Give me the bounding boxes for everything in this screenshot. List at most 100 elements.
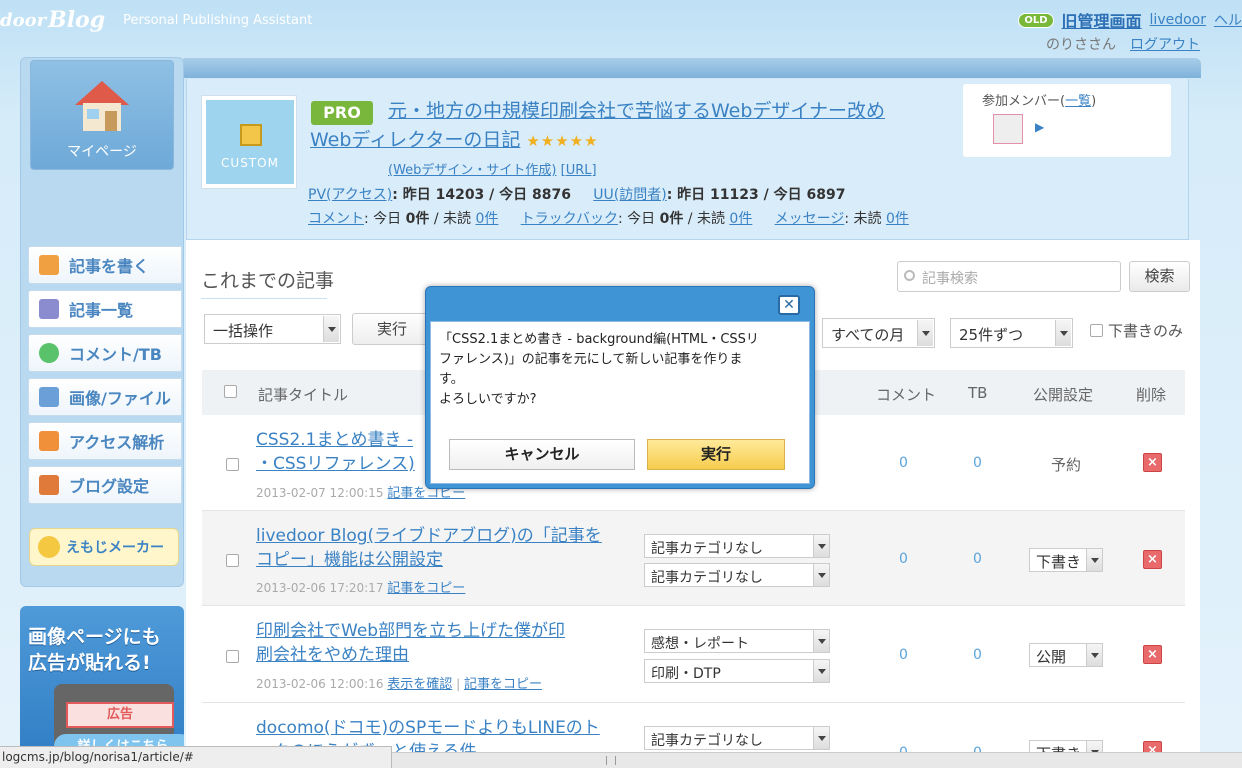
delete-icon[interactable]: × [1143,453,1162,472]
publish-status: 予約 [1051,456,1082,474]
category-select[interactable]: 記事カテゴリなし [644,534,830,558]
comment-link[interactable]: コメント [308,211,364,227]
category-select[interactable]: 記事カテゴリなし [644,563,830,587]
image-icon [39,387,59,407]
comment-unread-link[interactable]: 0件 [475,211,498,227]
sidebar-item-analytics[interactable]: アクセス解析 [28,422,182,460]
page-title: これまでの記事 [201,270,335,292]
comment-count[interactable]: 0 [899,551,908,567]
sidebar-item-settings[interactable]: ブログ設定 [28,466,182,504]
search-placeholder: 記事検索 [922,271,978,287]
bulk-action-select[interactable]: 一括操作 [204,314,341,344]
members-list-link[interactable]: 一覧 [1065,94,1091,109]
row-checkbox[interactable] [226,554,239,567]
chevron-down-icon [1055,320,1071,346]
pro-badge: PRO [311,101,373,125]
search-input[interactable]: 記事検索 [897,261,1121,292]
sidebar-item-images[interactable]: 画像/ファイル [28,378,182,416]
tb-count[interactable]: 0 [973,455,982,471]
header-nav: OLD 旧管理画面 livedoor ヘル [1018,8,1242,32]
ad-banner[interactable]: 画像ページにも 広告が貼れる! 広告 詳しくはこちら [20,606,184,768]
old-badge: OLD [1018,12,1054,28]
sidebar-item-write[interactable]: 記事を書く [28,246,182,284]
logo-text: door [0,9,47,31]
chevron-down-icon [813,564,829,586]
search-icon [904,270,915,281]
pv-link[interactable]: PV(アクセス) [308,187,392,203]
blog-thumbnail[interactable]: CUSTOM [201,95,297,189]
chevron-down-icon [813,727,829,749]
sidebar-item-articles[interactable]: 記事一覧 [28,290,182,328]
dialog-body: 「CSS2.1まとめ書き - background編(HTML・CSSリ ファレ… [430,321,810,484]
draft-only-checkbox[interactable] [1090,324,1103,337]
publish-status-select[interactable]: 下書き [1029,548,1103,572]
category-select[interactable]: 感想・レポート [644,629,830,653]
tb-count[interactable]: 0 [973,551,982,567]
wrench-icon [39,475,59,495]
message-link[interactable]: メッセージ [775,211,845,227]
category-select[interactable]: 記事カテゴリなし [644,726,830,750]
close-icon[interactable]: ✕ [778,295,800,315]
view-article-link[interactable]: 表示を確認 [387,677,452,692]
draft-only-filter[interactable]: 下書きのみ [1090,320,1183,341]
livedoor-link[interactable]: livedoor [1150,12,1206,28]
col-delete: 削除 [1136,386,1167,404]
sidebar-item-label: 記事一覧 [69,301,134,320]
old-admin-link[interactable]: 旧管理画面 [1062,8,1142,32]
delete-icon[interactable]: × [1143,645,1162,664]
emoji-maker-button[interactable]: えもじメーカー [29,528,179,566]
comment-count[interactable]: 0 [899,647,908,663]
mypage-label: マイページ [67,144,137,160]
cancel-button[interactable]: キャンセル [449,439,635,470]
row-checkbox[interactable] [226,458,239,471]
article-title[interactable]: 印刷会社でWeb部門を立ち上げた僕が印 刷会社をやめた理由 [256,619,616,667]
delete-icon[interactable]: × [1143,550,1162,569]
copy-article-link[interactable]: 記事をコピー [464,677,542,692]
sidebar-item-label: アクセス解析 [69,433,165,452]
col-comment: コメント [876,386,937,404]
bulk-exec-button[interactable]: 実行 [352,313,432,345]
logout-link[interactable]: ログアウト [1130,34,1200,54]
logo[interactable]: door Blog Personal Publishing Assistant [0,6,312,34]
blog-title-line2[interactable]: Webディレクターの日記 [310,129,520,151]
trackback-link[interactable]: トラックバック [521,211,618,227]
copy-article-link[interactable]: 記事をコピー [387,581,465,596]
members-box: 参加メンバー(一覧) ▶ [963,84,1171,157]
rating-stars: ★★★★★ [526,132,599,150]
month-filter-select[interactable]: すべての月 [822,318,935,348]
feedback-stats: コメント: 今日 0件 / 未読 0件 トラックバック: 今日 0件 / 未読 … [308,211,909,227]
message-unread-link[interactable]: 0件 [886,211,909,227]
help-link[interactable]: ヘル [1214,10,1242,30]
blog-category: (Webデザイン・サイト作成) [URL] [388,159,597,178]
publish-status-select[interactable]: 公開 [1029,643,1103,667]
username: のりささん [1046,37,1116,53]
confirm-dialog: ✕ 「CSS2.1まとめ書き - background編(HTML・CSSリ フ… [425,286,815,489]
members-header: 参加メンバー(一覧) [982,94,1097,109]
category-link[interactable]: (Webデザイン・サイト作成) [388,163,557,178]
comment-count[interactable]: 0 [899,455,908,471]
avatar[interactable] [993,114,1023,144]
chevron-down-icon [323,316,339,342]
url-link[interactable]: [URL] [561,163,597,178]
cube-icon [240,124,262,146]
arrow-right-icon[interactable]: ▶ [1035,120,1044,134]
row-checkbox[interactable] [226,650,239,663]
tb-count[interactable]: 0 [973,647,982,663]
chevron-down-icon [813,630,829,652]
execute-button[interactable]: 実行 [647,439,785,470]
horizontal-scrollbar[interactable] [392,752,1242,768]
article-title[interactable]: livedoor Blog(ライブドアブログ)の「記事を コピー」機能は公開設定 [256,524,616,572]
blog-title[interactable]: 元・地方の中規模印刷会社で苦悩するWebデザイナー改め Webディレクターの日記… [310,97,948,156]
scroll-grip[interactable] [606,756,616,765]
mypage-button[interactable]: マイページ [30,60,174,170]
search-button[interactable]: 検索 [1129,261,1190,292]
per-page-select[interactable]: 25件ずつ [950,318,1073,348]
sidebar-item-label: 記事を書く [69,257,150,276]
logo-blog: Blog [48,7,106,33]
article-meta: 2013-02-06 12:00:16 表示を確認 | 記事をコピー [256,677,542,692]
sidebar-item-comments[interactable]: コメント/TB [28,334,182,372]
select-all-checkbox[interactable] [224,385,237,398]
category-select[interactable]: 印刷・DTP [644,659,830,683]
tb-unread-link[interactable]: 0件 [729,211,752,227]
uu-link[interactable]: UU(訪問者) [593,187,666,203]
